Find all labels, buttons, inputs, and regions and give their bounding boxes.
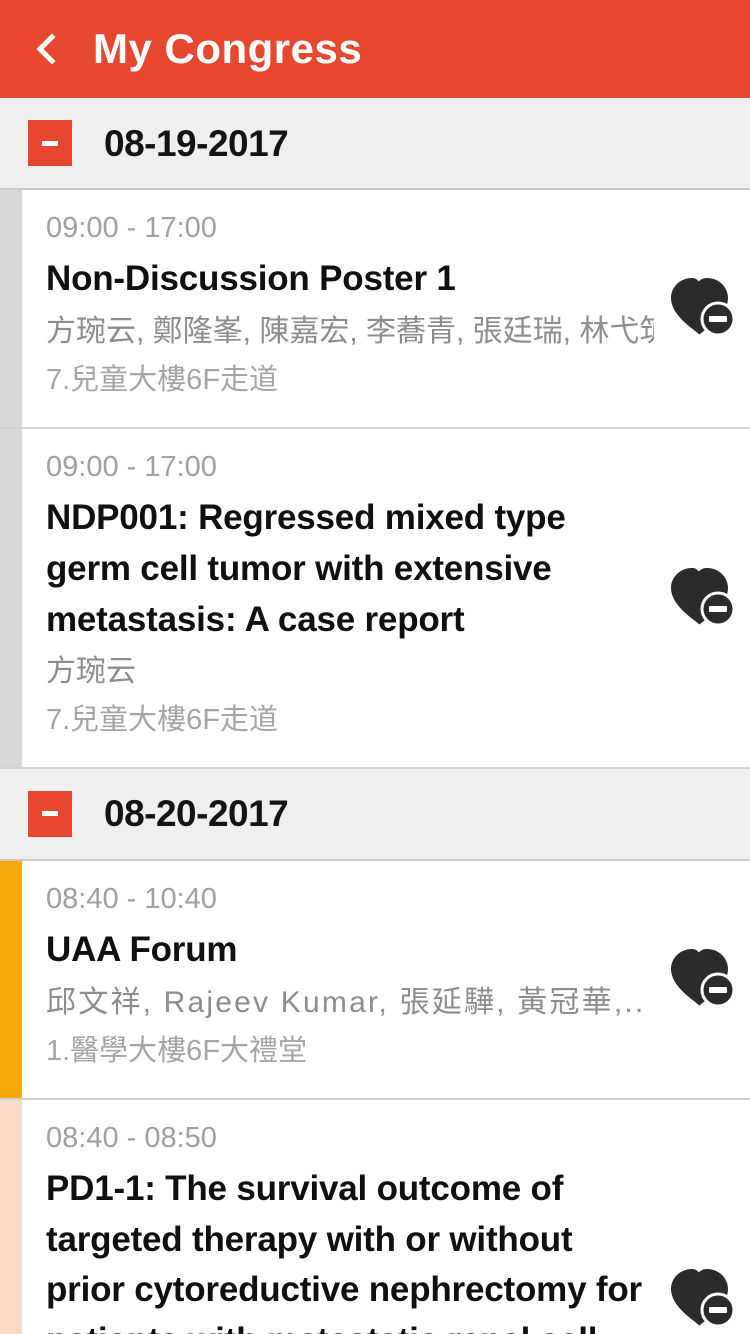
session-title: Non-Discussion Poster 1 — [46, 259, 456, 299]
session-row[interactable]: 09:00 - 17:00 Non-Discussion Poster 1 方琬… — [0, 190, 750, 429]
session-location: 7.兒童大樓6F走道 — [46, 364, 279, 397]
collapse-toggle-1[interactable] — [28, 790, 72, 837]
heart-minus-icon — [671, 1269, 736, 1328]
favorite-toggle-button[interactable] — [654, 946, 750, 1008]
minus-icon — [42, 140, 58, 146]
page-title: My Congress — [93, 25, 363, 72]
session-authors: 邱文祥, Rajeev Kumar, 張延驊, 黃冠華,.. — [46, 985, 646, 1019]
session-authors: 方琬云 — [46, 655, 136, 689]
date-label-0: 08-19-2017 — [104, 122, 289, 164]
session-accent-bar — [0, 190, 22, 427]
session-location: 7.兒童大樓6F走道 — [46, 704, 279, 737]
session-time: 08:40 - 08:50 — [46, 1121, 217, 1154]
date-header-0[interactable]: 08-19-2017 — [0, 98, 750, 190]
collapse-toggle-0[interactable] — [28, 120, 72, 166]
back-button[interactable] — [26, 18, 72, 80]
schedule-list[interactable]: 08-19-2017 09:00 - 17:00 Non-Discussion … — [0, 98, 750, 1334]
session-time: 09:00 - 17:00 — [46, 212, 217, 244]
heart-minus-icon — [671, 567, 736, 627]
navbar: My Congress — [0, 0, 750, 98]
favorite-toggle-button[interactable] — [654, 565, 750, 627]
session-title: UAA Forum — [46, 930, 238, 970]
session-time: 09:00 - 17:00 — [46, 450, 217, 483]
favorite-toggle-button[interactable] — [654, 1266, 750, 1328]
session-row[interactable]: 08:40 - 10:40 UAA Forum 邱文祥, Rajeev Kuma… — [0, 860, 750, 1100]
session-authors: 方琬云, 鄭隆峯, 陳嘉宏, 李蕎青, 張廷瑞, 林弋筑,.. — [46, 315, 654, 349]
session-accent-bar — [0, 1099, 22, 1334]
session-accent-bar — [0, 428, 22, 767]
date-header-1[interactable]: 08-20-2017 — [0, 768, 750, 861]
heart-minus-icon — [671, 949, 736, 1008]
my-congress-screen: My Congress 08-19-2017 09:00 - 17:00 Non… — [0, 0, 750, 1334]
session-title: PD1-1: The survival outcome of targeted … — [46, 1168, 642, 1334]
heart-minus-icon — [671, 278, 736, 337]
date-label-1: 08-20-2017 — [104, 793, 289, 835]
session-location: 1.醫學大樓6F大禮堂 — [46, 1034, 308, 1067]
session-time: 08:40 - 10:40 — [46, 882, 217, 915]
session-title: NDP001: Regressed mixed type germ cell t… — [46, 498, 566, 639]
session-accent-bar — [0, 860, 22, 1098]
session-row[interactable]: 09:00 - 17:00 NDP001: Regressed mixed ty… — [0, 428, 750, 769]
minus-icon — [42, 811, 58, 817]
favorite-toggle-button[interactable] — [654, 275, 750, 337]
session-row[interactable]: 08:40 - 08:50 PD1-1: The survival outcom… — [0, 1099, 750, 1334]
chevron-left-icon — [36, 33, 68, 65]
